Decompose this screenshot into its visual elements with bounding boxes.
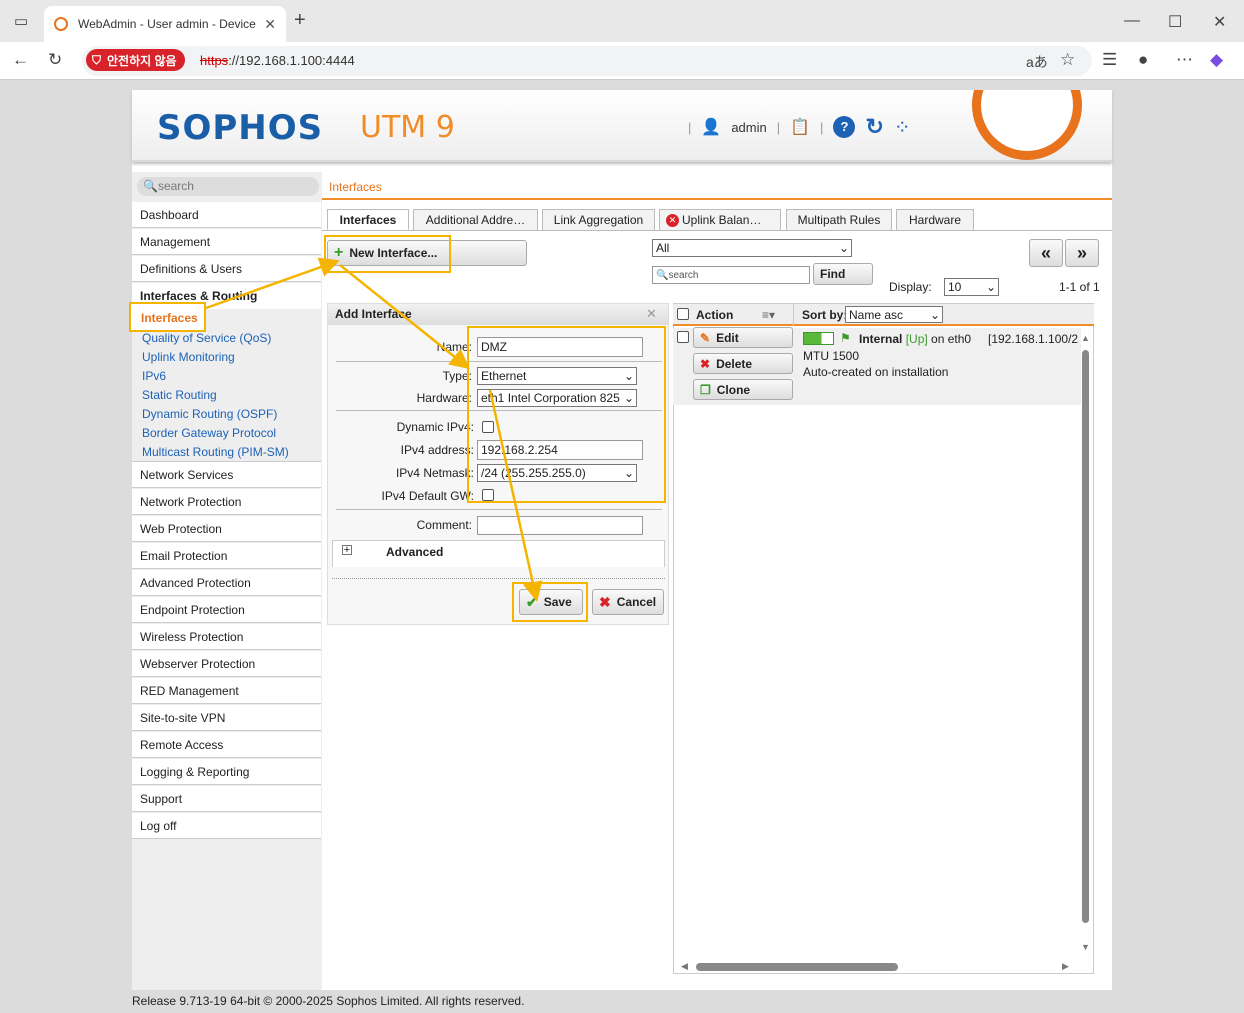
annotation-arrows: [205, 257, 543, 602]
arrow-sidebar-to-new: [205, 257, 340, 310]
arrow-form-to-save: [488, 389, 543, 602]
arrow-new-to-form: [339, 264, 470, 370]
